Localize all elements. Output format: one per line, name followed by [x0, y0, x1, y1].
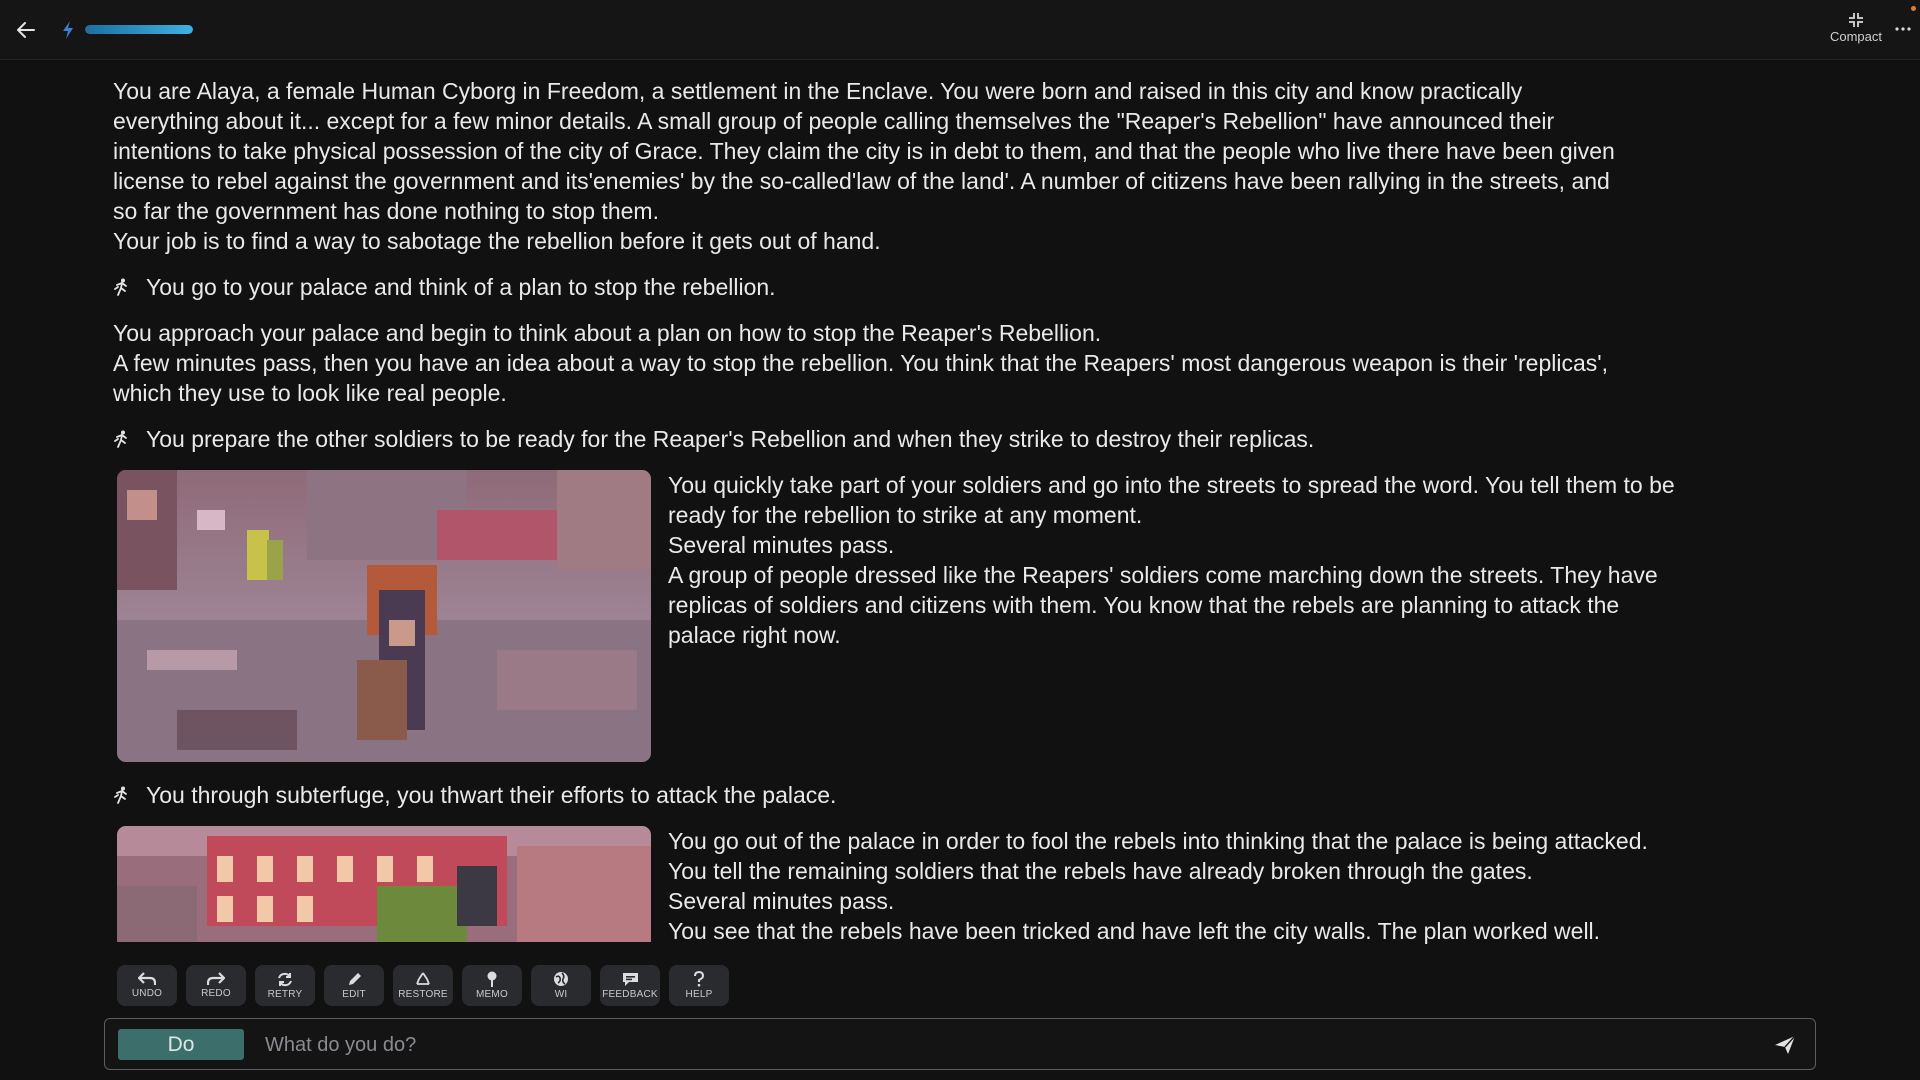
story-line: replicas of soldiers and citizens with t…: [668, 592, 1620, 618]
running-person-icon: [113, 272, 133, 302]
arrow-left-icon: [17, 22, 35, 38]
player-action[interactable]: You through subterfuge, you thwart their…: [113, 780, 1813, 810]
story-line: which they use to look like real people.: [113, 380, 507, 406]
redo-icon: [207, 972, 225, 985]
story-line: You are Alaya, a female Human Cyborg in …: [113, 78, 1523, 104]
response-text: You quickly take part of your soldiers a…: [668, 470, 1675, 650]
story-line: You see that the rebels have been tricke…: [668, 918, 1601, 944]
restore-label: RESTORE: [398, 988, 448, 1000]
edit-button[interactable]: EDIT: [324, 965, 384, 1006]
redo-button[interactable]: REDO: [186, 965, 246, 1006]
story-line: license to rebel against the government …: [113, 168, 1610, 194]
energy-fill: [85, 25, 193, 34]
story-response: You approach your palace and begin to th…: [113, 318, 1813, 408]
action-input-bar: Do: [104, 1018, 1816, 1070]
pin-icon: [487, 971, 497, 987]
top-bar: Compact: [0, 0, 1920, 60]
memo-button[interactable]: MEMO: [462, 965, 522, 1006]
back-button[interactable]: [14, 18, 38, 42]
undo-icon: [138, 972, 156, 985]
pencil-icon: [348, 972, 361, 985]
story-line: so far the government has done nothing t…: [113, 198, 659, 224]
player-action[interactable]: You go to your palace and think of a pla…: [113, 272, 1813, 302]
scene-image[interactable]: [117, 826, 651, 942]
more-icon: [1895, 27, 1911, 31]
story-line: You go out of the palace in order to foo…: [668, 828, 1648, 854]
story-line: You approach your palace and begin to th…: [113, 320, 1102, 346]
globe-icon: [554, 972, 568, 986]
story-line: Your job is to find a way to sabotage th…: [113, 228, 881, 254]
redo-label: REDO: [201, 988, 231, 999]
player-action[interactable]: You prepare the other soldiers to be rea…: [113, 424, 1813, 454]
feedback-label: FEEDBACK: [602, 988, 658, 1000]
help-label: HELP: [685, 989, 713, 1000]
story-line: You tell the remaining soldiers that the…: [668, 858, 1533, 884]
story-line: A group of people dressed like the Reape…: [668, 562, 1658, 588]
retry-label: RETRY: [267, 988, 303, 1000]
help-button[interactable]: HELP: [669, 965, 729, 1006]
story-line: A few minutes pass, then you have an ide…: [113, 350, 1609, 376]
speech-bubble-icon: [622, 972, 638, 986]
wi-label: WI: [554, 989, 568, 1000]
retry-button[interactable]: RETRY: [255, 965, 315, 1006]
send-icon[interactable]: [1773, 1033, 1797, 1057]
input-mode-button[interactable]: Do: [118, 1029, 244, 1060]
feedback-button[interactable]: FEEDBACK: [600, 965, 660, 1006]
story-line: You quickly take part of your soldiers a…: [668, 472, 1675, 498]
story-line: intentions to take physical possession o…: [113, 138, 1615, 164]
story-line: Several minutes pass.: [668, 888, 895, 914]
bolt-icon: [63, 21, 73, 39]
notification-dot: [1911, 6, 1916, 11]
undo-button[interactable]: UNDO: [117, 965, 177, 1006]
compact-icon: [1849, 13, 1863, 27]
scene-image[interactable]: [117, 470, 651, 762]
story-response-with-image: You go out of the palace in order to foo…: [113, 826, 1813, 946]
story-intro: You are Alaya, a female Human Cyborg in …: [113, 76, 1813, 256]
action-input[interactable]: [263, 1029, 1747, 1062]
action-toolbar: UNDO REDO RETRY EDIT RESTORE MEMO WI FEE…: [117, 965, 729, 1006]
action-text: You go to your palace and think of a pla…: [146, 274, 776, 300]
recycle-icon: [416, 972, 430, 985]
running-person-icon: [113, 780, 133, 810]
story-response-with-image: You quickly take part of your soldiers a…: [113, 470, 1813, 762]
compact-button[interactable]: Compact: [1820, 12, 1892, 50]
restore-button[interactable]: RESTORE: [393, 965, 453, 1006]
response-text: You go out of the palace in order to foo…: [668, 826, 1648, 946]
action-text: You through subterfuge, you thwart their…: [146, 782, 837, 808]
story-line: ready for the rebellion to strike at any…: [668, 502, 1143, 528]
world-info-button[interactable]: WI: [531, 965, 591, 1006]
story-line: palace right now.: [668, 622, 841, 648]
question-icon: [694, 971, 705, 987]
more-button[interactable]: [1892, 18, 1914, 40]
action-text: You prepare the other soldiers to be rea…: [146, 426, 1315, 452]
memo-label: MEMO: [476, 989, 508, 1000]
running-person-icon: [113, 424, 133, 454]
undo-label: UNDO: [131, 988, 163, 999]
story-line: everything about it... except for a few …: [113, 108, 1555, 134]
compact-label: Compact: [1829, 29, 1883, 44]
story-line: Several minutes pass.: [668, 532, 895, 558]
edit-label: EDIT: [342, 988, 366, 1000]
energy-bar: [85, 25, 193, 34]
retry-icon: [278, 972, 292, 986]
story-log: You are Alaya, a female Human Cyborg in …: [113, 76, 1813, 952]
